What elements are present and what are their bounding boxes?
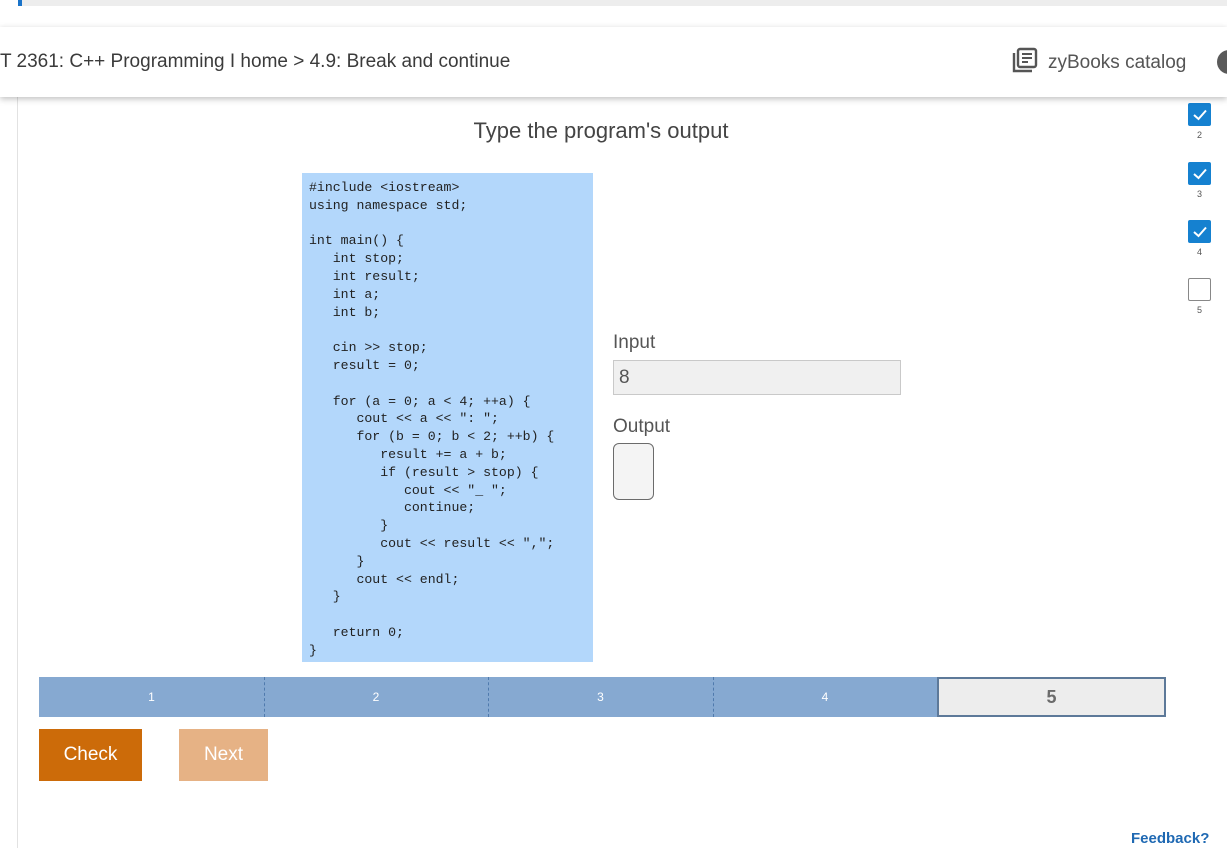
code-line: continue; — [309, 500, 476, 516]
progress-segment-2[interactable]: 2 — [264, 677, 488, 717]
level-indicator-4[interactable]: 4 — [1188, 220, 1211, 257]
code-line: result += a + b; — [309, 446, 507, 462]
activity-title: Type the program's output — [473, 118, 729, 143]
checkmark-icon — [1188, 162, 1211, 185]
code-line: int stop; — [309, 251, 404, 267]
check-button[interactable]: Check — [39, 729, 142, 781]
progress-segment-5[interactable]: 5 — [937, 677, 1166, 717]
code-line: cout << "_ "; — [309, 482, 507, 498]
checkmark-icon — [1188, 103, 1211, 126]
code-line: for (a = 0; a < 4; ++a) { — [309, 393, 531, 409]
code-line: int b; — [309, 304, 381, 320]
code-line: if (result > stop) { — [309, 464, 539, 480]
code-line: #include <iostream> — [309, 180, 460, 195]
code-line: cin >> stop; — [309, 340, 428, 356]
input-label: Input — [613, 332, 656, 353]
feedback-link[interactable]: Feedback? — [1131, 830, 1209, 847]
next-button[interactable]: Next — [179, 729, 268, 781]
checkmark-icon — [1188, 220, 1211, 243]
code-line: } — [309, 589, 341, 605]
header-bar: T 2361: C++ Programming I home > 4.9: Br… — [0, 27, 1227, 97]
breadcrumb[interactable]: T 2361: C++ Programming I home > 4.9: Br… — [0, 51, 510, 73]
code-block: #include <iostream> using namespace std; … — [302, 173, 593, 662]
avatar[interactable] — [1217, 50, 1227, 74]
catalog-label: zyBooks catalog — [1048, 51, 1187, 73]
top-grey-bar — [22, 0, 1227, 6]
code-line: } — [309, 642, 317, 658]
code-line: return 0; — [309, 624, 404, 640]
progress-segment-3[interactable]: 3 — [488, 677, 713, 717]
output-field[interactable] — [613, 443, 654, 500]
zybooks-catalog-link[interactable]: zyBooks catalog — [1012, 47, 1186, 78]
code-line: } — [309, 553, 365, 569]
code-line: int result; — [309, 268, 420, 284]
level-indicator-5[interactable]: 5 — [1188, 278, 1211, 315]
code-line: cout << endl; — [309, 571, 460, 587]
code-line: using namespace std; — [309, 197, 468, 213]
library-books-icon — [1012, 47, 1038, 78]
level-indicator-3[interactable]: 3 — [1188, 162, 1211, 199]
progress-segment-1[interactable]: 1 — [39, 677, 264, 717]
code-line: int a; — [309, 286, 381, 302]
top-blue-mark — [18, 0, 22, 6]
level-number: 2 — [1196, 130, 1202, 140]
input-field: 8 — [613, 360, 901, 395]
code-line: } — [309, 518, 389, 534]
code-line: cout << result << ","; — [309, 535, 555, 551]
progress-divider — [713, 677, 714, 717]
content-left-border — [17, 97, 18, 848]
level-indicator-2[interactable]: 2 — [1188, 103, 1211, 140]
level-progress-bar: 1 2 3 4 5 — [39, 677, 1166, 717]
empty-box-icon — [1188, 278, 1211, 301]
code-line: result = 0; — [309, 357, 420, 373]
level-number: 4 — [1196, 247, 1202, 257]
output-label: Output — [613, 416, 671, 437]
top-strip — [0, 0, 1227, 27]
progress-divider — [264, 677, 265, 717]
code-line: for (b = 0; b < 2; ++b) { — [309, 429, 555, 445]
progress-segment-4[interactable]: 4 — [713, 677, 937, 717]
level-number: 3 — [1196, 189, 1202, 199]
progress-divider — [488, 677, 489, 717]
code-line: int main() { — [309, 233, 404, 249]
code-line: cout << a << ": "; — [309, 411, 499, 427]
level-number: 5 — [1196, 305, 1202, 315]
